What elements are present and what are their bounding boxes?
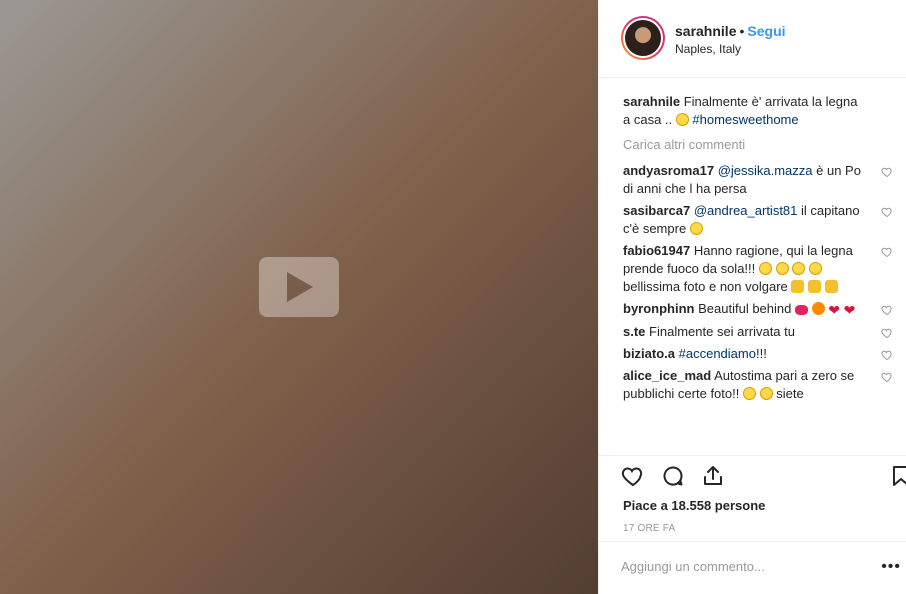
thumbs-up-emoji-icon [791, 280, 805, 293]
heart-small-icon[interactable] [881, 166, 893, 178]
comment-username[interactable]: sasibarca7 [623, 203, 690, 218]
post-photo[interactable] [0, 0, 598, 594]
more-options-icon[interactable]: ••• [881, 558, 901, 576]
comment-username[interactable]: s.te [623, 324, 645, 339]
list-item: andyasroma17 @jessika.mazza è un Po di a… [623, 162, 892, 198]
load-more-comments-button[interactable]: Carica altri commenti [623, 137, 883, 152]
list-item: s.te Finalmente sei arrivata tu [623, 323, 892, 341]
caption-username[interactable]: sarahnile [623, 94, 680, 109]
rofl-emoji-icon [758, 262, 772, 275]
heart-small-icon[interactable] [881, 304, 893, 316]
comment-username[interactable]: biziato.a [623, 346, 675, 361]
post-side-panel: sarahnile • Segui Naples, Italy sarahnile … [598, 0, 906, 594]
caption: sarahnile Finalmente è' arrivata la legn… [623, 93, 883, 129]
rofl-emoji-icon [742, 387, 756, 400]
caption-hashtag[interactable]: #homesweethome [692, 112, 798, 127]
thumbs-up-emoji-icon [808, 280, 822, 293]
heart-emoji-icon: ❤ [828, 302, 840, 318]
comment-username[interactable]: byronphinn [623, 301, 695, 316]
username-link[interactable]: sarahnile [675, 23, 736, 39]
add-comment-input[interactable] [621, 559, 851, 574]
separator-dot: • [739, 23, 745, 39]
post-viewer: sarahnile • Segui Naples, Italy sarahnile … [0, 0, 906, 594]
post-photo-placeholder [0, 0, 598, 594]
comment-text: Finalmente sei arrivata tu [649, 324, 795, 339]
comment-text: Beautiful behind [698, 301, 792, 316]
share-icon[interactable] [701, 464, 725, 488]
comment-mention[interactable]: @andrea_artist81 [694, 203, 798, 218]
thumbs-up-emoji-icon [824, 280, 838, 293]
comment-username[interactable]: andyasroma17 [623, 163, 714, 178]
list-item: sasibarca7 @andrea_artist81 il capitano … [623, 202, 892, 238]
rofl-emoji-icon [792, 262, 806, 275]
grinning-emoji-icon [675, 113, 689, 126]
rofl-emoji-icon [759, 387, 773, 400]
list-item: byronphinn Beautiful behind ❤ ❤ [623, 300, 892, 319]
add-comment-bar: ••• [599, 541, 906, 594]
follow-button[interactable]: Segui [747, 23, 785, 39]
comment-text: !!! [755, 346, 767, 361]
bookmark-icon[interactable] [889, 464, 906, 488]
heart-small-icon[interactable] [881, 327, 893, 339]
rofl-emoji-icon [808, 262, 822, 275]
post-header: sarahnile • Segui Naples, Italy [599, 0, 906, 78]
comment-text-2: bellissima foto e non volgare [623, 279, 788, 294]
post-actions: Piace a 18.558 persone 17 ORE FA [599, 455, 906, 555]
comment-icon[interactable] [661, 464, 685, 488]
location-link[interactable]: Naples, Italy [675, 42, 786, 56]
comment-mention[interactable]: @jessika.mazza [718, 163, 813, 178]
likes-count[interactable]: Piace a 18.558 persone [623, 498, 765, 513]
comments-list[interactable]: sarahnile Finalmente è' arrivata la legn… [599, 79, 906, 455]
comment-text-2: siete [776, 386, 804, 401]
rofl-emoji-icon [775, 262, 789, 275]
heart-small-icon[interactable] [881, 206, 893, 218]
heart-icon[interactable] [621, 464, 645, 488]
list-item: alice_ice_mad Autostima pari a zero se p… [623, 367, 892, 403]
avatar[interactable] [621, 16, 665, 60]
post-timestamp[interactable]: 17 ORE FA [623, 523, 675, 534]
comment-username[interactable]: fabio61947 [623, 243, 690, 258]
laughing-emoji-icon [689, 222, 703, 235]
heart-small-icon[interactable] [881, 246, 893, 258]
list-item: fabio61947 Hanno ragione, qui la legna p… [623, 242, 892, 296]
star-eyes-emoji-icon [811, 302, 825, 315]
heart-small-icon[interactable] [881, 371, 893, 383]
heart-emoji-icon: ❤ [843, 302, 856, 318]
list-item: biziato.a #accendiamo!!! [623, 345, 892, 363]
comment-username[interactable]: alice_ice_mad [623, 368, 711, 383]
comment-hashtag[interactable]: #accendiamo [679, 346, 756, 361]
heart-small-icon[interactable] [881, 349, 893, 361]
lips-emoji-icon [795, 305, 808, 315]
